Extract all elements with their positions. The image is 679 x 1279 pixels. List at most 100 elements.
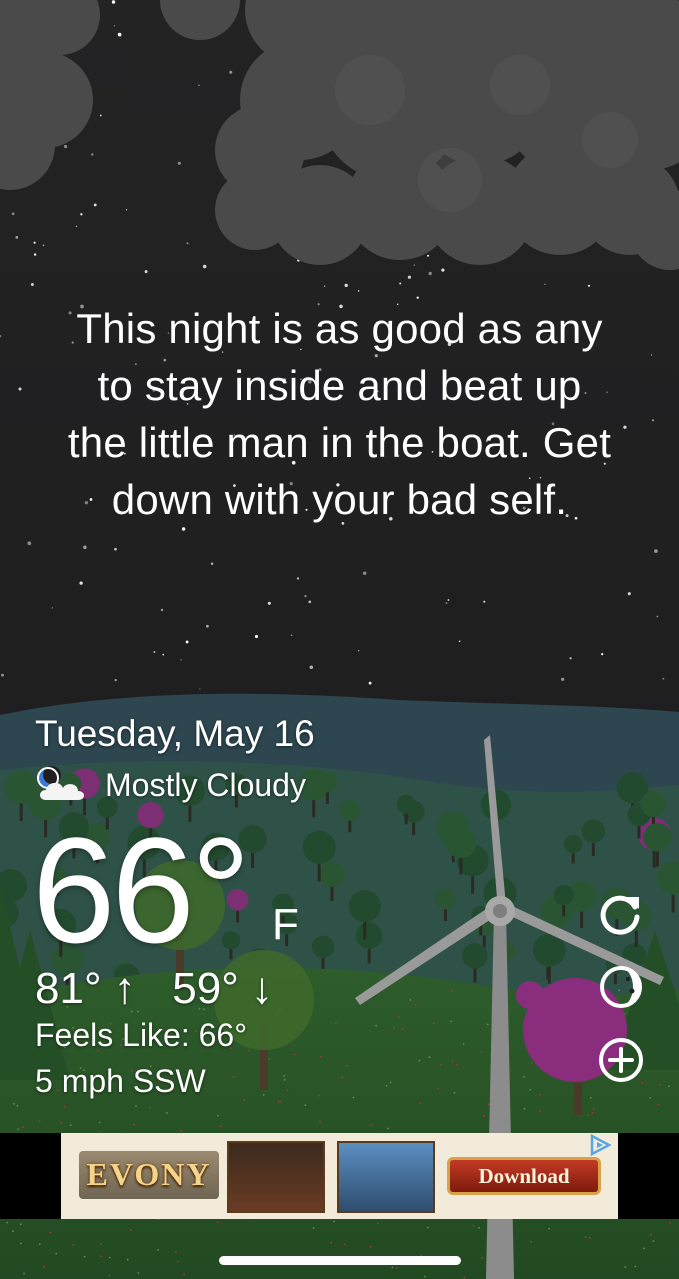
grass-speck xyxy=(232,1076,235,1078)
star xyxy=(304,594,307,598)
grass-speck xyxy=(530,1062,533,1065)
grass-speck xyxy=(98,1121,101,1124)
grass-speck xyxy=(649,1097,652,1099)
star xyxy=(447,599,450,601)
grass-speck xyxy=(463,1276,466,1279)
star xyxy=(125,209,128,211)
grass-speck xyxy=(591,1111,594,1114)
star xyxy=(185,640,189,644)
star xyxy=(296,577,300,580)
star xyxy=(160,608,164,612)
star xyxy=(445,602,448,604)
star xyxy=(33,253,37,256)
grass-speck xyxy=(130,1229,132,1231)
grass-speck xyxy=(588,1236,591,1239)
grass-speck xyxy=(277,1100,280,1103)
grass-speck xyxy=(538,1093,541,1096)
grass-speck xyxy=(369,1245,372,1248)
grass-speck xyxy=(166,1111,168,1114)
grass-speck xyxy=(650,1233,653,1236)
grass-speck xyxy=(318,1094,321,1097)
star xyxy=(428,271,432,276)
grass-speck xyxy=(216,1221,219,1224)
grass-speck xyxy=(548,1227,551,1230)
grass-speck xyxy=(478,1226,480,1229)
condition-label: Mostly Cloudy xyxy=(105,767,306,803)
message-line: This night is as good as any xyxy=(76,305,603,352)
star xyxy=(30,283,34,286)
grass-speck xyxy=(12,1230,14,1233)
grass-speck xyxy=(64,1105,66,1108)
grass-speck xyxy=(60,1121,62,1124)
grass-speck xyxy=(38,1120,41,1123)
star xyxy=(357,290,360,292)
grass-speck xyxy=(319,1055,322,1058)
feels-like: Feels Like: 66° xyxy=(35,1017,248,1053)
grass-speck xyxy=(387,1127,389,1130)
grass-speck xyxy=(634,1265,637,1268)
star xyxy=(627,592,631,596)
star xyxy=(113,25,116,27)
grass-speck xyxy=(219,1125,222,1128)
grass-speck xyxy=(483,1115,486,1118)
grass-speck xyxy=(401,1028,404,1030)
star xyxy=(51,607,54,609)
ad-image xyxy=(337,1141,435,1213)
grass-speck xyxy=(286,1089,289,1092)
grass-speck xyxy=(217,1114,219,1117)
grass-speck xyxy=(55,1252,58,1255)
grass-speck xyxy=(304,1104,307,1106)
star xyxy=(177,161,181,165)
grass-speck xyxy=(19,1223,22,1226)
grass-speck xyxy=(376,1222,379,1224)
ad-logo: EVONY xyxy=(79,1151,219,1199)
ad-choices-icon[interactable] xyxy=(588,1133,612,1157)
grass-speck xyxy=(6,1221,9,1224)
grass-speck xyxy=(13,1102,15,1105)
grass-speck xyxy=(472,1225,475,1227)
grass-speck xyxy=(589,1096,592,1099)
grass-speck xyxy=(436,1088,439,1090)
low-temperature: 59° xyxy=(172,964,239,1013)
current-temperature: 66° xyxy=(32,806,251,974)
refresh-button[interactable] xyxy=(597,889,645,937)
grass-speck xyxy=(72,1244,74,1246)
star xyxy=(587,284,591,287)
grass-speck xyxy=(43,1266,46,1268)
grass-speck xyxy=(16,1105,19,1107)
grass-speck xyxy=(659,1084,662,1086)
grass-speck xyxy=(108,1274,111,1277)
home-indicator[interactable] xyxy=(219,1256,461,1265)
add-location-button[interactable] xyxy=(597,1036,645,1084)
moon-cloud-icon xyxy=(37,766,84,800)
grass-speck xyxy=(451,1060,454,1063)
theme-button[interactable] xyxy=(597,963,645,1011)
grass-speck xyxy=(183,1273,186,1276)
high-arrow-icon: ↑ xyxy=(113,964,136,1013)
star xyxy=(79,581,83,585)
ad-banner[interactable]: EVONY Download xyxy=(61,1133,618,1219)
grass-speck xyxy=(624,1266,627,1268)
star xyxy=(63,144,68,149)
grass-speck xyxy=(148,1106,151,1109)
message-line: to stay inside and beat up xyxy=(97,362,582,409)
grass-speck xyxy=(523,1076,525,1078)
grass-speck xyxy=(137,1272,140,1274)
grass-speck xyxy=(668,1085,670,1087)
star xyxy=(114,678,117,682)
grass-speck xyxy=(343,1243,346,1246)
star xyxy=(416,296,419,299)
grass-speck xyxy=(439,1063,442,1066)
grass-speck xyxy=(432,1022,435,1025)
grass-speck xyxy=(657,1103,660,1106)
grass-speck xyxy=(22,1126,24,1128)
star xyxy=(93,203,97,207)
grass-speck xyxy=(17,1128,20,1131)
ad-download-button[interactable]: Download xyxy=(447,1157,601,1195)
grass-speck xyxy=(389,1081,392,1084)
grass-speck xyxy=(319,1120,321,1123)
star xyxy=(198,84,200,87)
grass-speck xyxy=(487,1103,490,1106)
star xyxy=(99,114,102,117)
grass-speck xyxy=(462,1043,465,1045)
